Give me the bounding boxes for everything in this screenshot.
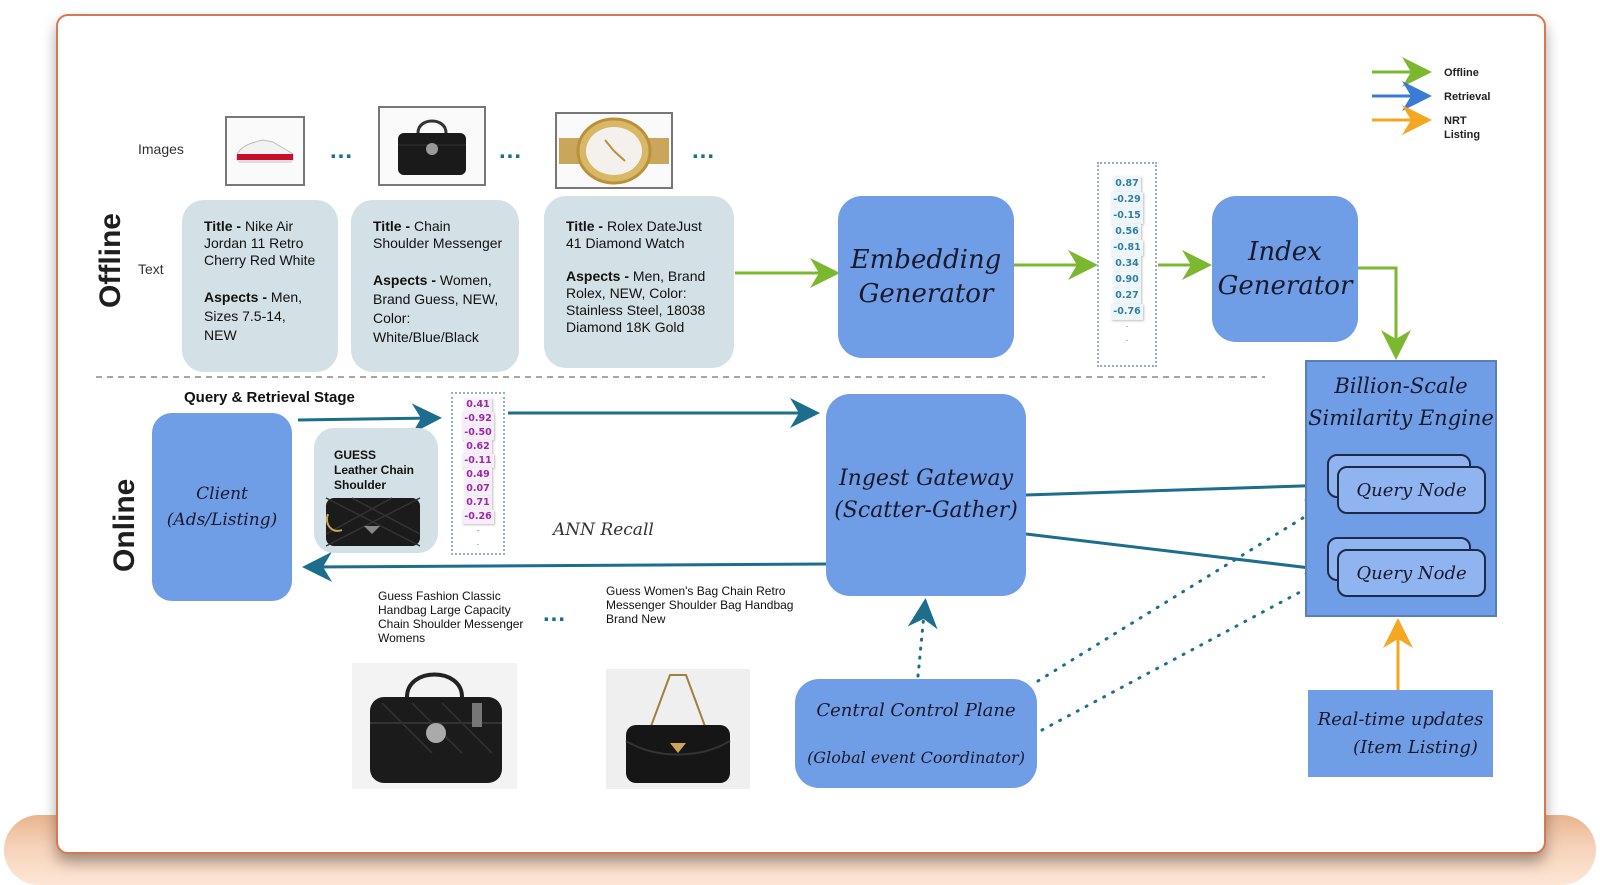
vector-continuation: · <box>476 525 480 536</box>
query-handbag-image <box>325 497 421 547</box>
product-image-watch <box>555 112 673 189</box>
vector-continuation: · <box>1125 321 1129 332</box>
vector-value: 0.71 <box>464 496 492 510</box>
vector-value: 0.27 <box>1113 288 1141 304</box>
vector-value: -0.29 <box>1111 192 1143 208</box>
vector-value: 0.41 <box>464 398 492 412</box>
query-item-card: GUESS Leather Chain Shoulder <box>314 428 438 553</box>
legend-item-offline: Offline <box>1444 67 1479 79</box>
item-card-watch: Title - Rolex DateJust 41 Diamond Watch … <box>544 196 734 368</box>
item-card-sneaker: Title - Nike Air Jordan 11 Retro Cherry … <box>182 200 338 372</box>
ann-recall-label: ANN Recall <box>553 520 654 540</box>
vector-value: 0.56 <box>1113 224 1141 240</box>
ellipsis-results: ... <box>543 600 567 627</box>
vector-value: 0.49 <box>464 468 492 482</box>
result-item-1-title: Guess Fashion Classic Handbag Large Capa… <box>378 589 524 645</box>
realtime-updates-box: Real-time updates (Item Listing) <box>1308 690 1493 777</box>
vector-value: 0.34 <box>1113 256 1141 272</box>
query-node-2: Query Node <box>1337 549 1486 597</box>
sneaker-icon <box>236 139 294 163</box>
row-label-text: Text <box>138 261 164 277</box>
legend-item-retrieval: Retrieval <box>1444 91 1491 103</box>
ellipsis-1: ... <box>330 137 354 164</box>
embedding-generator-box: Embedding Generator <box>838 196 1014 358</box>
query-stage-title: Query & Retrieval Stage <box>184 389 355 406</box>
legend: Offline Retrieval NRT Listing <box>1444 66 1491 141</box>
result-item-2-title: Guess Women's Bag Chain Retro Messenger … <box>606 584 794 626</box>
similarity-engine-box: Billion-Scale Similarity Engine Query No… <box>1305 360 1497 617</box>
vector-value: 0.62 <box>464 440 492 454</box>
result-item-1-image <box>352 663 517 789</box>
row-label-images: Images <box>138 141 184 157</box>
query-embedding-vector: 0.41 -0.92 -0.50 0.62 -0.11 0.49 0.07 0.… <box>451 392 505 555</box>
ingest-gateway-box: Ingest Gateway (Scatter-Gather) <box>826 394 1026 596</box>
handbag-icon <box>370 672 502 783</box>
handbag-icon <box>625 674 731 783</box>
vector-value: -0.92 <box>462 412 494 426</box>
ellipsis-2: ... <box>499 137 523 164</box>
legend-item-nrt: NRT Listing <box>1444 115 1481 141</box>
vector-value: -0.76 <box>1111 304 1143 320</box>
vector-value: -0.11 <box>462 454 494 468</box>
vector-value: 0.90 <box>1113 272 1141 288</box>
item-card-handbag: Title - Chain Shoulder Messenger Aspects… <box>351 200 519 372</box>
section-label-offline: Offline <box>94 213 127 308</box>
offline-embedding-vector: 0.87 -0.29 -0.15 0.56 -0.81 0.34 0.90 0.… <box>1097 162 1157 367</box>
result-item-2-image <box>606 669 750 789</box>
product-image-sneaker <box>225 116 305 186</box>
vector-value: -0.15 <box>1111 208 1143 224</box>
query-node-1: Query Node <box>1337 466 1486 514</box>
vector-value: -0.26 <box>462 510 494 524</box>
vector-value: 0.87 <box>1113 176 1141 192</box>
vector-continuation: · <box>1125 335 1129 346</box>
product-image-handbag <box>378 106 486 186</box>
section-label-online: Online <box>108 478 141 572</box>
ellipsis-3: ... <box>692 137 716 164</box>
client-box: Client (Ads/Listing) <box>152 413 292 601</box>
central-control-plane-box: Central Control Plane (Global event Coor… <box>795 679 1037 788</box>
handbag-icon <box>398 119 466 175</box>
vector-value: -0.81 <box>1111 240 1143 256</box>
vector-value: -0.50 <box>462 426 494 440</box>
vector-value: 0.07 <box>464 482 492 496</box>
vector-continuation: · <box>476 539 480 550</box>
watch-icon <box>559 117 669 184</box>
index-generator-box: Index Generator <box>1212 196 1358 342</box>
